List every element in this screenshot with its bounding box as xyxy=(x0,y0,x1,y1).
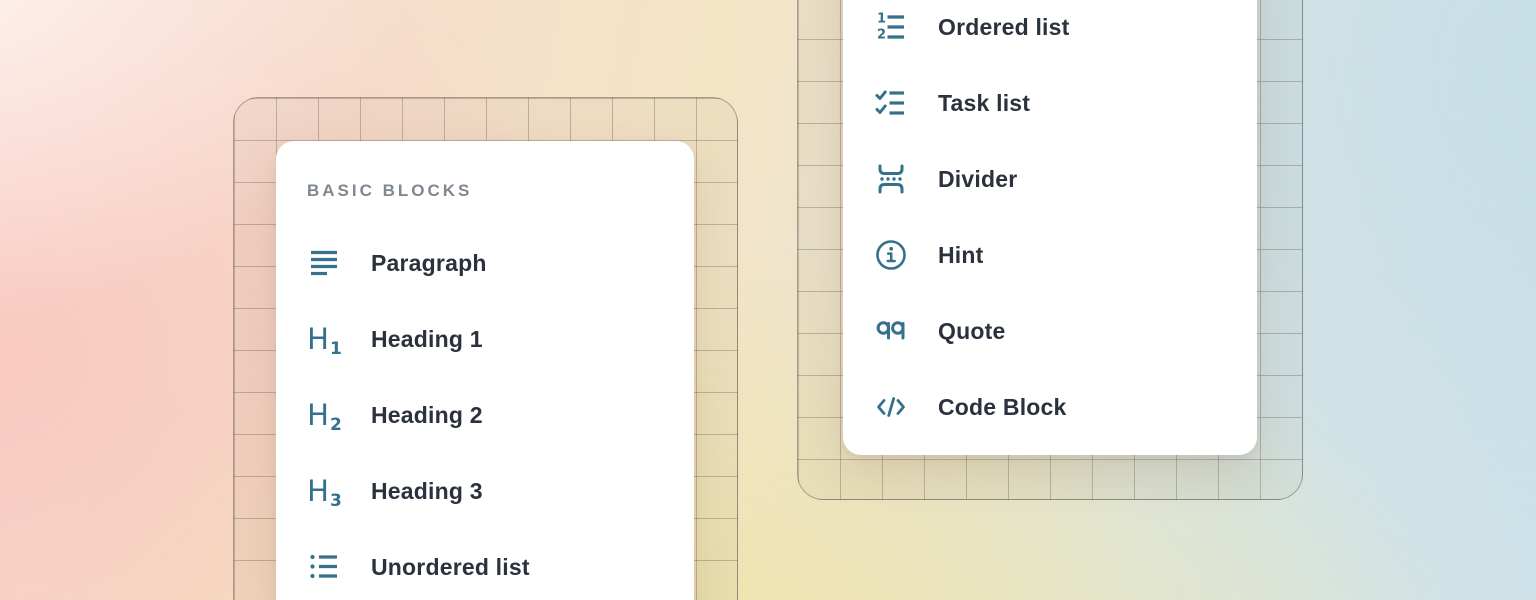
basic-blocks-menu: BASIC BLOCKS Paragraph H1 Heading 1 H2 H… xyxy=(276,141,694,600)
menu-item-label: Heading 3 xyxy=(371,478,483,505)
menu-item-quote[interactable]: Quote xyxy=(874,293,1257,369)
menu-item-label: Unordered list xyxy=(371,554,530,581)
svg-text:1: 1 xyxy=(877,12,886,27)
menu-item-label: Ordered list xyxy=(938,14,1070,41)
hint-icon xyxy=(874,238,908,272)
divider-icon xyxy=(874,162,908,196)
menu-item-label: Paragraph xyxy=(371,250,487,277)
menu-item-unordered-list[interactable]: Unordered list xyxy=(307,529,694,600)
ordered-list-icon: 1 2 xyxy=(874,10,908,44)
menu-item-paragraph[interactable]: Paragraph xyxy=(307,225,694,301)
paragraph-icon xyxy=(307,246,341,280)
menu-item-label: Quote xyxy=(938,318,1005,345)
menu-item-hint[interactable]: Hint xyxy=(874,217,1257,293)
heading-1-icon: H1 xyxy=(307,322,341,356)
task-list-icon xyxy=(874,86,908,120)
menu-item-label: Code Block xyxy=(938,394,1067,421)
menu-item-label: Task list xyxy=(938,90,1030,117)
menu-item-divider[interactable]: Divider xyxy=(874,141,1257,217)
blocks-menu-continued: 1 2 Ordered list xyxy=(843,0,1257,455)
quote-icon xyxy=(874,314,908,348)
menu-item-code-block[interactable]: Code Block xyxy=(874,369,1257,445)
code-block-icon xyxy=(874,390,908,424)
menu-item-heading-2[interactable]: H2 Heading 2 xyxy=(307,377,694,453)
unordered-list-icon xyxy=(307,550,341,584)
menu-item-label: Heading 2 xyxy=(371,402,483,429)
menu-item-label: Hint xyxy=(938,242,984,269)
menu-item-ordered-list[interactable]: 1 2 Ordered list xyxy=(874,0,1257,65)
heading-2-icon: H2 xyxy=(307,398,341,432)
menu-item-label: Heading 1 xyxy=(371,326,483,353)
menu-item-heading-3[interactable]: H3 Heading 3 xyxy=(307,453,694,529)
menu-item-label: Divider xyxy=(938,166,1017,193)
heading-3-icon: H3 xyxy=(307,474,341,508)
svg-text:2: 2 xyxy=(877,28,886,43)
menu-item-task-list[interactable]: Task list xyxy=(874,65,1257,141)
menu-item-heading-1[interactable]: H1 Heading 1 xyxy=(307,301,694,377)
basic-blocks-header: BASIC BLOCKS xyxy=(307,179,694,203)
